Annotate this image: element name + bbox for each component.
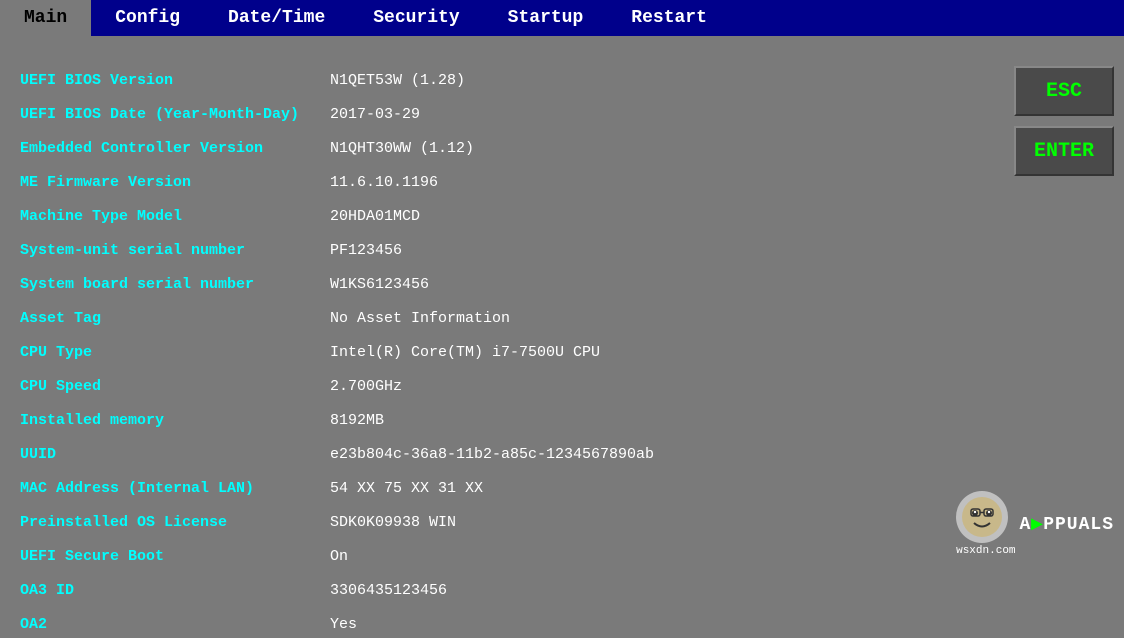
tab-config[interactable]: Config <box>91 0 204 36</box>
info-label-3: ME Firmware Version <box>20 174 330 191</box>
info-value-0: N1QET53W (1.28) <box>330 72 465 89</box>
info-label-0: UEFI BIOS Version <box>20 72 330 89</box>
info-row-14: UEFI Secure BootOn <box>20 542 974 570</box>
info-value-9: 2.700GHz <box>330 378 402 395</box>
info-value-12: 54 XX 75 XX 31 XX <box>330 480 483 497</box>
info-row-10: Installed memory8192MB <box>20 406 974 434</box>
tab-restart[interactable]: Restart <box>607 0 731 36</box>
info-row-7: Asset TagNo Asset Information <box>20 304 974 332</box>
info-label-13: Preinstalled OS License <box>20 514 330 531</box>
info-row-4: Machine Type Model20HDA01MCD <box>20 202 974 230</box>
info-row-1: UEFI BIOS Date (Year-Month-Day)2017-03-2… <box>20 100 974 128</box>
info-value-8: Intel(R) Core(TM) i7-7500U CPU <box>330 344 600 361</box>
info-row-13: Preinstalled OS LicenseSDK0K09938 WIN <box>20 508 974 536</box>
info-label-9: CPU Speed <box>20 378 330 395</box>
tab-bar: MainConfigDate/TimeSecurityStartupRestar… <box>0 0 1124 36</box>
info-value-6: W1KS6123456 <box>330 276 429 293</box>
info-label-6: System board serial number <box>20 276 330 293</box>
info-value-4: 20HDA01MCD <box>330 208 420 225</box>
info-row-16: OA2Yes <box>20 610 974 638</box>
watermark-brand: A▶PPUALS <box>1020 513 1114 535</box>
info-value-13: SDK0K09938 WIN <box>330 514 456 531</box>
info-label-12: MAC Address (Internal LAN) <box>20 480 330 497</box>
enter-button[interactable]: ENTER <box>1014 126 1114 176</box>
tab-security[interactable]: Security <box>349 0 483 36</box>
info-row-5: System-unit serial numberPF123456 <box>20 236 974 264</box>
info-label-10: Installed memory <box>20 412 330 429</box>
info-label-4: Machine Type Model <box>20 208 330 225</box>
info-row-9: CPU Speed2.700GHz <box>20 372 974 400</box>
info-row-8: CPU TypeIntel(R) Core(TM) i7-7500U CPU <box>20 338 974 366</box>
info-value-14: On <box>330 548 348 565</box>
info-value-11: e23b804c-36a8-11b2-a85c-1234567890ab <box>330 446 654 463</box>
watermark-avatar <box>956 491 1008 543</box>
watermark-site: wsxdn.com <box>956 545 1015 557</box>
tab-startup[interactable]: Startup <box>484 0 608 36</box>
info-row-6: System board serial numberW1KS6123456 <box>20 270 974 298</box>
info-label-5: System-unit serial number <box>20 242 330 259</box>
info-label-15: OA3 ID <box>20 582 330 599</box>
tab-datetime[interactable]: Date/Time <box>204 0 349 36</box>
tab-main[interactable]: Main <box>0 0 91 36</box>
info-value-10: 8192MB <box>330 412 384 429</box>
info-row-11: UUIDe23b804c-36a8-11b2-a85c-1234567890ab <box>20 440 974 468</box>
info-row-0: UEFI BIOS VersionN1QET53W (1.28) <box>20 66 974 94</box>
info-row-3: ME Firmware Version11.6.10.1196 <box>20 168 974 196</box>
info-label-8: CPU Type <box>20 344 330 361</box>
info-value-5: PF123456 <box>330 242 402 259</box>
info-label-7: Asset Tag <box>20 310 330 327</box>
info-value-15: 3306435123456 <box>330 582 447 599</box>
info-value-2: N1QHT30WW (1.12) <box>330 140 474 157</box>
info-label-1: UEFI BIOS Date (Year-Month-Day) <box>20 106 330 123</box>
info-row-15: OA3 ID3306435123456 <box>20 576 974 604</box>
right-panel: ESC ENTER <box>994 56 1124 565</box>
info-row-12: MAC Address (Internal LAN)54 XX 75 XX 31… <box>20 474 974 502</box>
info-value-1: 2017-03-29 <box>330 106 420 123</box>
info-label-11: UUID <box>20 446 330 463</box>
esc-button[interactable]: ESC <box>1014 66 1114 116</box>
info-label-16: OA2 <box>20 616 330 633</box>
info-value-7: No Asset Information <box>330 310 510 327</box>
info-row-2: Embedded Controller VersionN1QHT30WW (1.… <box>20 134 974 162</box>
info-table: UEFI BIOS VersionN1QET53W (1.28)UEFI BIO… <box>0 56 994 565</box>
watermark: wsxdn.com A▶PPUALS <box>956 491 1114 557</box>
info-label-2: Embedded Controller Version <box>20 140 330 157</box>
main-content: UEFI BIOS VersionN1QET53W (1.28)UEFI BIO… <box>0 36 1124 565</box>
info-label-14: UEFI Secure Boot <box>20 548 330 565</box>
info-value-3: 11.6.10.1196 <box>330 174 438 191</box>
info-value-16: Yes <box>330 616 357 633</box>
